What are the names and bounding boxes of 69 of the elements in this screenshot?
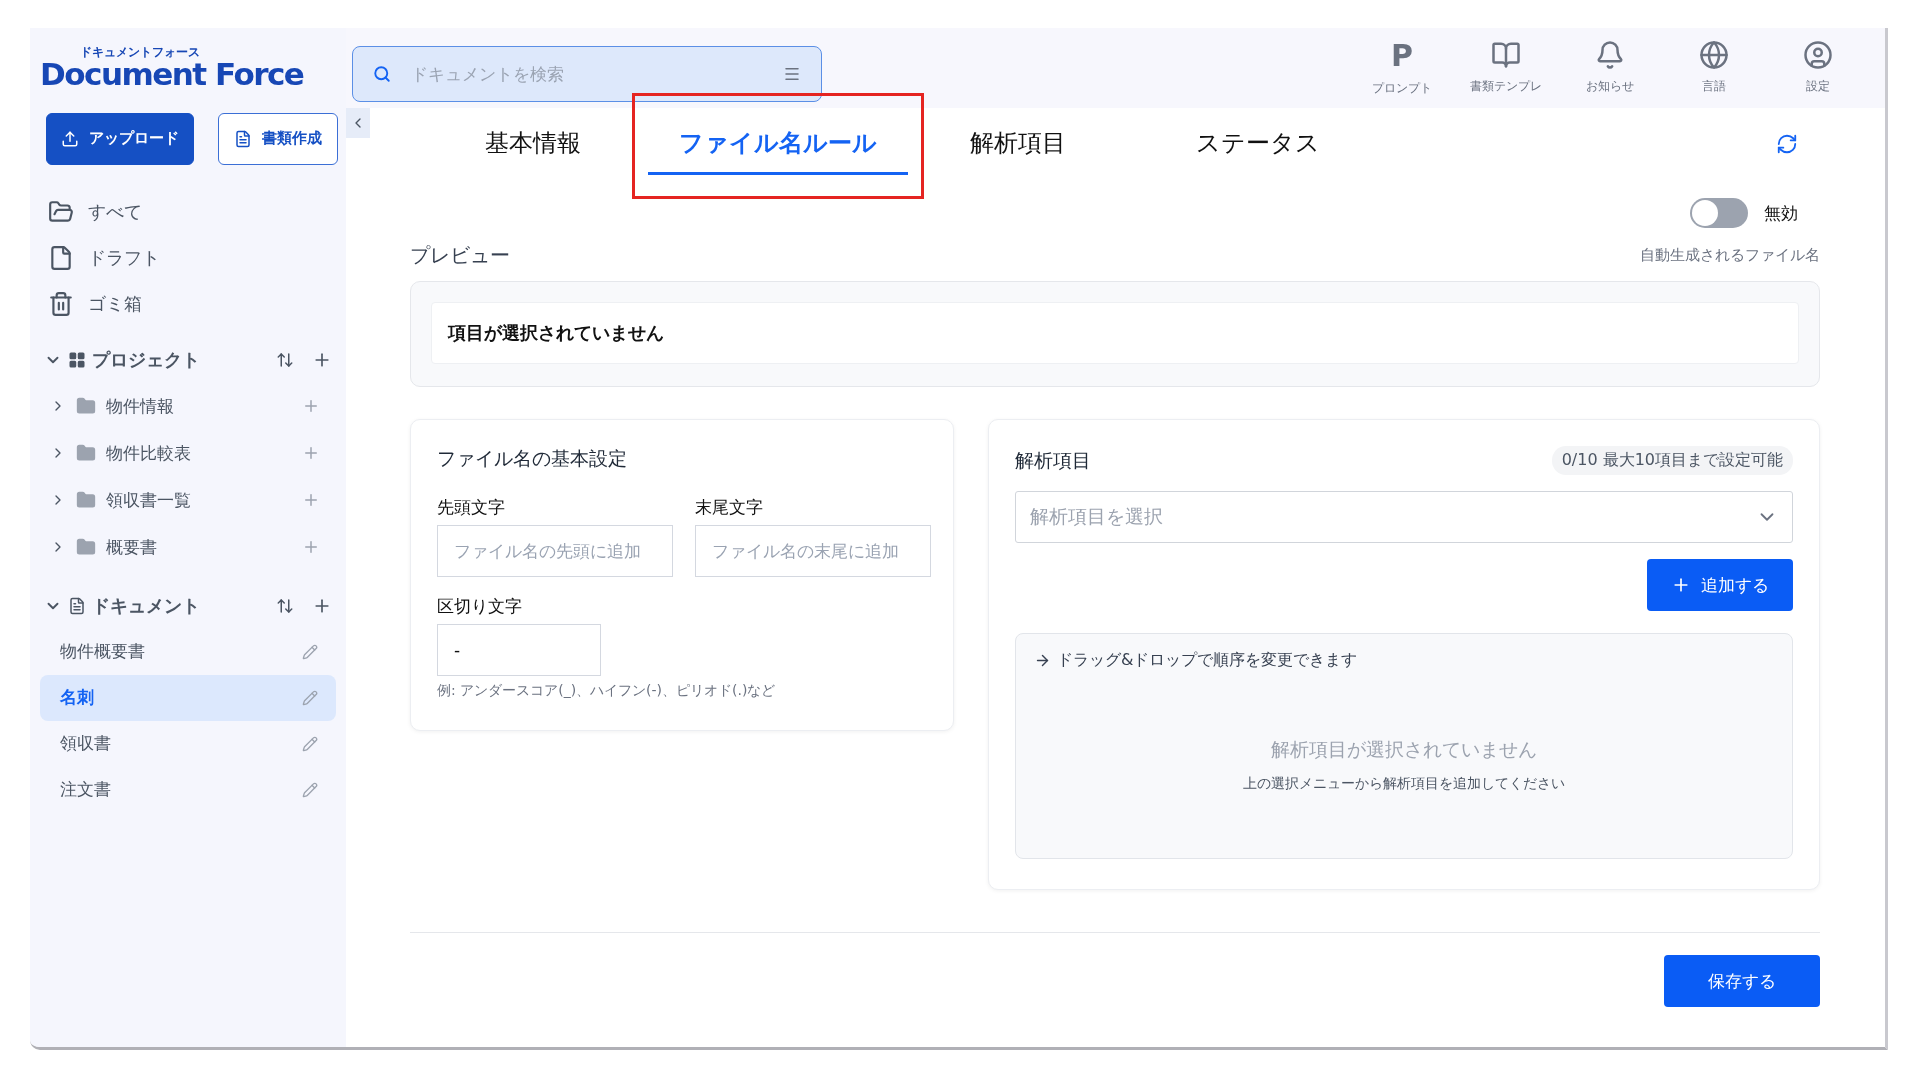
card-title: ファイル名の基本設定: [437, 446, 628, 471]
tab[interactable]: ステータス: [1128, 113, 1388, 175]
upload-icon: [61, 129, 79, 148]
header-action[interactable]: 設定: [1766, 39, 1870, 97]
arrow-right-icon: [1034, 652, 1051, 669]
toggle-switch[interactable]: [1690, 198, 1748, 228]
save-button[interactable]: 保存する: [1664, 955, 1820, 1007]
empty-subtitle: 上の選択メニューから解析項目を追加してください: [1242, 775, 1566, 793]
search-bar[interactable]: ドキュメントを検索: [352, 46, 822, 102]
field-label: 区切り文字: [437, 595, 523, 618]
folder-icon: [76, 443, 96, 464]
nav-item[interactable]: ゴミ箱: [38, 280, 338, 327]
project-item[interactable]: 領収書一覧: [38, 476, 338, 524]
project-item[interactable]: 物件比較表: [38, 429, 338, 477]
header-action[interactable]: お知らせ: [1558, 39, 1662, 97]
document-icon: [234, 129, 252, 148]
create-document-button[interactable]: 書類作成: [218, 112, 338, 165]
header-action[interactable]: P プロンプト: [1350, 39, 1454, 97]
empty-title: 解析項目が選択されていません: [1270, 737, 1538, 762]
field-label: 末尾文字: [695, 496, 764, 519]
nav-item[interactable]: すべて: [38, 188, 338, 235]
count-badge: 0/10 最大10項目まで設定可能: [1551, 446, 1793, 475]
header-action[interactable]: 書類テンプレ: [1454, 39, 1558, 97]
nav-item[interactable]: ドラフト: [38, 234, 338, 281]
card-title: 解析項目: [1015, 447, 1091, 473]
trash-icon: [48, 290, 74, 317]
folder-icon: [76, 490, 96, 511]
section-title: ドキュメント: [92, 593, 200, 618]
search-field[interactable]: ドキュメントを検索: [409, 63, 765, 85]
logo-wordmark: Document Force: [40, 58, 305, 91]
drag-hint: ドラッグ&ドロップで順序を変更できます: [1057, 650, 1358, 671]
section-title: プレビュー: [410, 242, 510, 269]
bell-icon: [1595, 39, 1625, 70]
search-icon: [373, 65, 391, 83]
input-field[interactable]: ファイル名の末尾に追加: [695, 525, 931, 577]
toggle-label: 無効: [1764, 201, 1798, 225]
document-item[interactable]: 名刺: [40, 674, 336, 721]
grid-icon: [68, 350, 86, 369]
project-item[interactable]: 物件情報: [38, 382, 338, 430]
helper-text: 例: アンダースコア(_)、ハイフン(-)、ピリオド(.)など: [437, 682, 777, 700]
document-item[interactable]: 物件概要書: [40, 628, 336, 675]
field-label: 先頭文字: [437, 496, 506, 519]
input-field[interactable]: ファイル名の先頭に追加: [437, 525, 673, 577]
tab[interactable]: 基本情報: [418, 113, 648, 175]
menu-icon[interactable]: [783, 65, 801, 83]
project-item[interactable]: 概要書: [38, 523, 338, 571]
tab[interactable]: 解析項目: [908, 113, 1128, 175]
add-button[interactable]: 追加する: [1647, 559, 1793, 611]
section-title: プロジェクト: [92, 347, 200, 372]
letter-p-icon: P: [1391, 39, 1413, 72]
tab[interactable]: ファイル名ルール: [648, 113, 908, 175]
folder-icon: [76, 537, 96, 558]
sort-icon[interactable]: [276, 596, 294, 615]
input-field[interactable]: -: [437, 624, 601, 676]
logo-kana: ドキュメントフォース: [80, 46, 201, 58]
folder-icon: [48, 198, 74, 225]
globe-icon: [1699, 39, 1729, 70]
preview-hint: 自動生成されるファイル名: [1640, 246, 1820, 265]
upload-button[interactable]: アップロード: [46, 112, 194, 165]
header-action[interactable]: 言語: [1662, 39, 1766, 97]
preview-value: 項目が選択されていません: [431, 302, 1799, 364]
document-icon: [68, 596, 86, 615]
user-icon: [1803, 39, 1833, 70]
refresh-button[interactable]: [1776, 133, 1798, 155]
file-icon: [48, 244, 74, 271]
sort-icon[interactable]: [276, 350, 294, 369]
folder-icon: [76, 396, 96, 417]
document-item[interactable]: 注文書: [40, 766, 336, 813]
document-item[interactable]: 領収書: [40, 720, 336, 767]
